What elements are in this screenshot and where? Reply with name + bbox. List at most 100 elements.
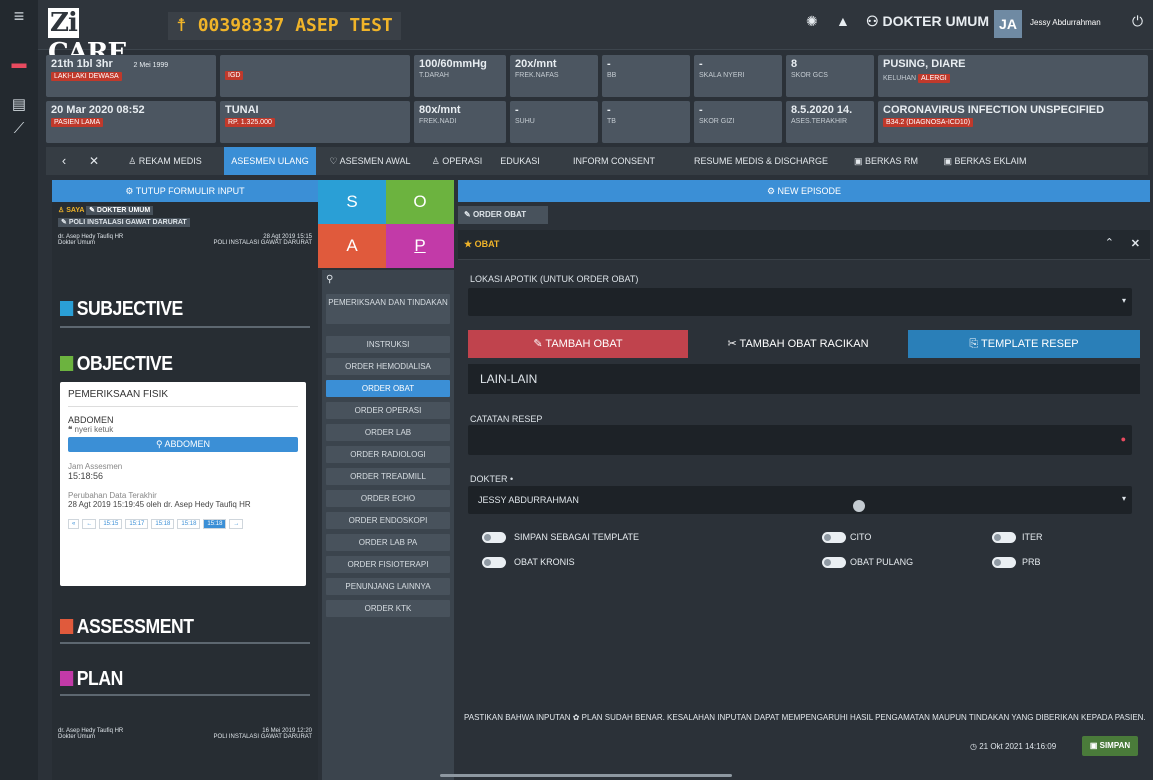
tab-asesmen-ulang[interactable]: ASESMEN ULANG — [224, 147, 316, 175]
iter-toggle[interactable] — [992, 532, 1016, 543]
collapse-icon[interactable]: ⌃ — [1105, 236, 1114, 249]
assessment-heading: ASSESSMENT — [60, 616, 194, 639]
user-name[interactable]: Jessy Abdurrahman — [1030, 18, 1101, 27]
simpan-button[interactable]: ▣ SIMPAN — [1082, 736, 1138, 756]
menu-order-endoskopi[interactable]: ORDER ENDOSKOPI — [326, 512, 450, 529]
catatan-input[interactable]: ● — [468, 425, 1132, 455]
tab-asesmen-awal[interactable]: ♡ ASESMEN AWAL — [320, 147, 420, 175]
menu-order-hemodialisa[interactable]: ORDER HEMODIALISA — [326, 358, 450, 375]
tab-edukasi[interactable]: EDUKASI — [494, 147, 546, 175]
new-episode-button[interactable]: ⚙ NEW EPISODE — [458, 180, 1150, 202]
scrollbar[interactable] — [440, 774, 732, 777]
menu-penunjang-lainnya[interactable]: PENUNJANG LAINNYA — [326, 578, 450, 595]
patient-banner[interactable]: ☨ 00398337 ASEP TEST — [168, 12, 401, 40]
tab-rekam-medis[interactable]: ♙ REKAM MEDIS — [110, 147, 220, 175]
power-icon[interactable]: ⏻ — [1132, 13, 1143, 30]
simpan-template-toggle[interactable] — [482, 532, 506, 543]
catatan-label: CATATAN RESEP — [470, 414, 543, 424]
soap-o-button[interactable]: O — [386, 180, 454, 224]
tag-row: ♙ SAYA ✎ DOKTER UMUM — [52, 202, 318, 218]
time-page-item[interactable]: 15:18 — [151, 519, 175, 529]
menu-order-fisioterapi[interactable]: ORDER FISIOTERAPI — [326, 556, 450, 573]
search-icon[interactable]: ⚲ — [326, 274, 333, 285]
lokasi-select[interactable]: ▾ — [468, 288, 1132, 316]
complaint-cell: PUSING, DIARE KELUHAN ALERGI — [878, 55, 1148, 97]
subjective-heading: SUBJECTIVE — [60, 298, 183, 321]
payer-cell: TUNAI RP. 1.325.000 — [220, 101, 410, 143]
patient-id-name: 00398337 ASEP TEST — [197, 15, 393, 36]
time-page-item[interactable]: « — [68, 519, 80, 529]
menu-order-obat[interactable]: ORDER OBAT — [326, 380, 450, 397]
menu-order-lab-pa[interactable]: ORDER LAB PA — [326, 534, 450, 551]
time-page-item[interactable]: → — [229, 519, 244, 529]
menu-order-radiologi[interactable]: ORDER RADIOLOGI — [326, 446, 450, 463]
soap-s-button[interactable]: S — [318, 180, 386, 224]
soap-p-button[interactable]: P — [386, 224, 454, 268]
category-badge: LAKI-LAKI DEWASA — [51, 72, 122, 81]
soap-a-button[interactable]: A — [318, 224, 386, 268]
close-icon[interactable]: ✕ — [82, 147, 106, 175]
avatar[interactable]: JA — [994, 10, 1022, 38]
pain-cell: - SKALA NYERI — [694, 55, 782, 97]
iter-label: ITER — [1022, 532, 1043, 542]
suhu-cell: - SUHU — [510, 101, 598, 143]
visit-cell: 20 Mar 2020 08:52 PASIEN LAMA — [46, 101, 216, 143]
tab-inform-consent[interactable]: INFORM CONSENT — [550, 147, 678, 175]
tab-operasi[interactable]: ♙ OPERASI — [424, 147, 490, 175]
template-resep-button[interactable]: ⎘ TEMPLATE RESEP — [908, 330, 1140, 358]
menu-pemeriksaan[interactable]: PEMERIKSAAN DAN TINDAKAN — [326, 294, 450, 324]
visit-badge: PASIEN LAMA — [51, 118, 104, 127]
menu-order-echo[interactable]: ORDER ECHO — [326, 490, 450, 507]
lain-lain-section: LAIN-LAIN — [468, 364, 1140, 394]
hamburger-menu-icon[interactable]: ≡ — [0, 6, 38, 27]
document-icon[interactable]: ▤ — [0, 95, 38, 113]
chevron-down-icon: ▾ — [1121, 296, 1126, 305]
back-icon[interactable]: ‹ — [52, 147, 76, 175]
cursor-dot — [853, 500, 865, 512]
plan-heading: PLAN — [60, 668, 123, 691]
tab-berkas-eklaim[interactable]: ▣ BERKAS EKLAIM — [934, 147, 1036, 175]
cito-toggle[interactable] — [822, 532, 846, 543]
change-value: 28 Agt 2019 15:19:45 oleh dr. Asep Hedy … — [68, 500, 251, 509]
time-page-item[interactable]: 15:15 — [99, 519, 123, 529]
obat-pulang-toggle[interactable] — [822, 557, 846, 568]
bed-icon[interactable]: ▬ — [0, 55, 38, 72]
prb-toggle[interactable] — [992, 557, 1016, 568]
close-form-button[interactable]: ⚙ TUTUP FORMULIR INPUT — [52, 180, 318, 202]
record-icon: ● — [1120, 434, 1126, 444]
obat-pulang-label: OBAT PULANG — [850, 557, 914, 567]
menu-order-operasi[interactable]: ORDER OPERASI — [326, 402, 450, 419]
prb-label: PRB — [1022, 557, 1041, 567]
tab-resume-medis[interactable]: RESUME MEDIS & DISCHARGE — [682, 147, 840, 175]
time-page-item[interactable]: ← — [82, 519, 97, 529]
time-page-item[interactable]: 15:17 — [125, 519, 149, 529]
tambah-obat-button[interactable]: ✎ TAMBAH OBAT — [468, 330, 688, 358]
obat-kronis-label: OBAT KRONIS — [514, 557, 575, 567]
close-panel-icon[interactable]: ✕ — [1131, 237, 1140, 250]
dokter-select[interactable]: JESSY ABDURRAHMAN ▾ — [468, 486, 1132, 514]
time-page-item[interactable]: 15:18 — [177, 519, 201, 529]
chevron-down-icon: ▾ — [1121, 494, 1126, 503]
menu-order-ktk[interactable]: ORDER KTK — [326, 600, 450, 617]
obat-kronis-toggle[interactable] — [482, 557, 506, 568]
doctor-entry-1: dr. Asep Hedy Taufiq HR Dokter Umum 28 Ag… — [58, 234, 312, 246]
settings-icon[interactable]: ✺ — [806, 13, 818, 30]
hr-cell: 80x/mnt FREK.NADI — [414, 101, 506, 143]
menu-order-treadmill[interactable]: ORDER TREADMILL — [326, 468, 450, 485]
time-page-item[interactable]: 15:18 — [203, 519, 227, 529]
menu-instruksi[interactable]: INSTRUKSI — [326, 336, 450, 353]
dokter-label: DOKTER • — [470, 474, 514, 484]
menu-order-lab[interactable]: ORDER LAB — [326, 424, 450, 441]
role-selector[interactable]: ⚇ DOKTER UMUM — [866, 13, 989, 30]
abdomen-button[interactable]: ⚲ ABDOMEN — [68, 437, 298, 452]
chart-icon[interactable]: ⟋ — [0, 120, 38, 137]
bp-cell: 100/60mmHg T.DARAH — [414, 55, 506, 97]
tambah-racikan-button[interactable]: ✂ TAMBAH OBAT RACIKAN — [688, 330, 908, 358]
bell-icon[interactable]: ▲ — [836, 13, 850, 29]
cito-label: CITO — [850, 532, 872, 542]
obat-header: ★ OBAT ⌃ ✕ — [458, 230, 1150, 260]
gizi-cell: - SKOR GIZI — [694, 101, 782, 143]
tab-berkas-rm[interactable]: ▣ BERKAS RM — [844, 147, 928, 175]
diagnosis-cell: CORONAVIRUS INFECTION UNSPECIFIED B34.2 (… — [878, 101, 1148, 143]
gcs-cell: 8 SKOR GCS — [786, 55, 874, 97]
